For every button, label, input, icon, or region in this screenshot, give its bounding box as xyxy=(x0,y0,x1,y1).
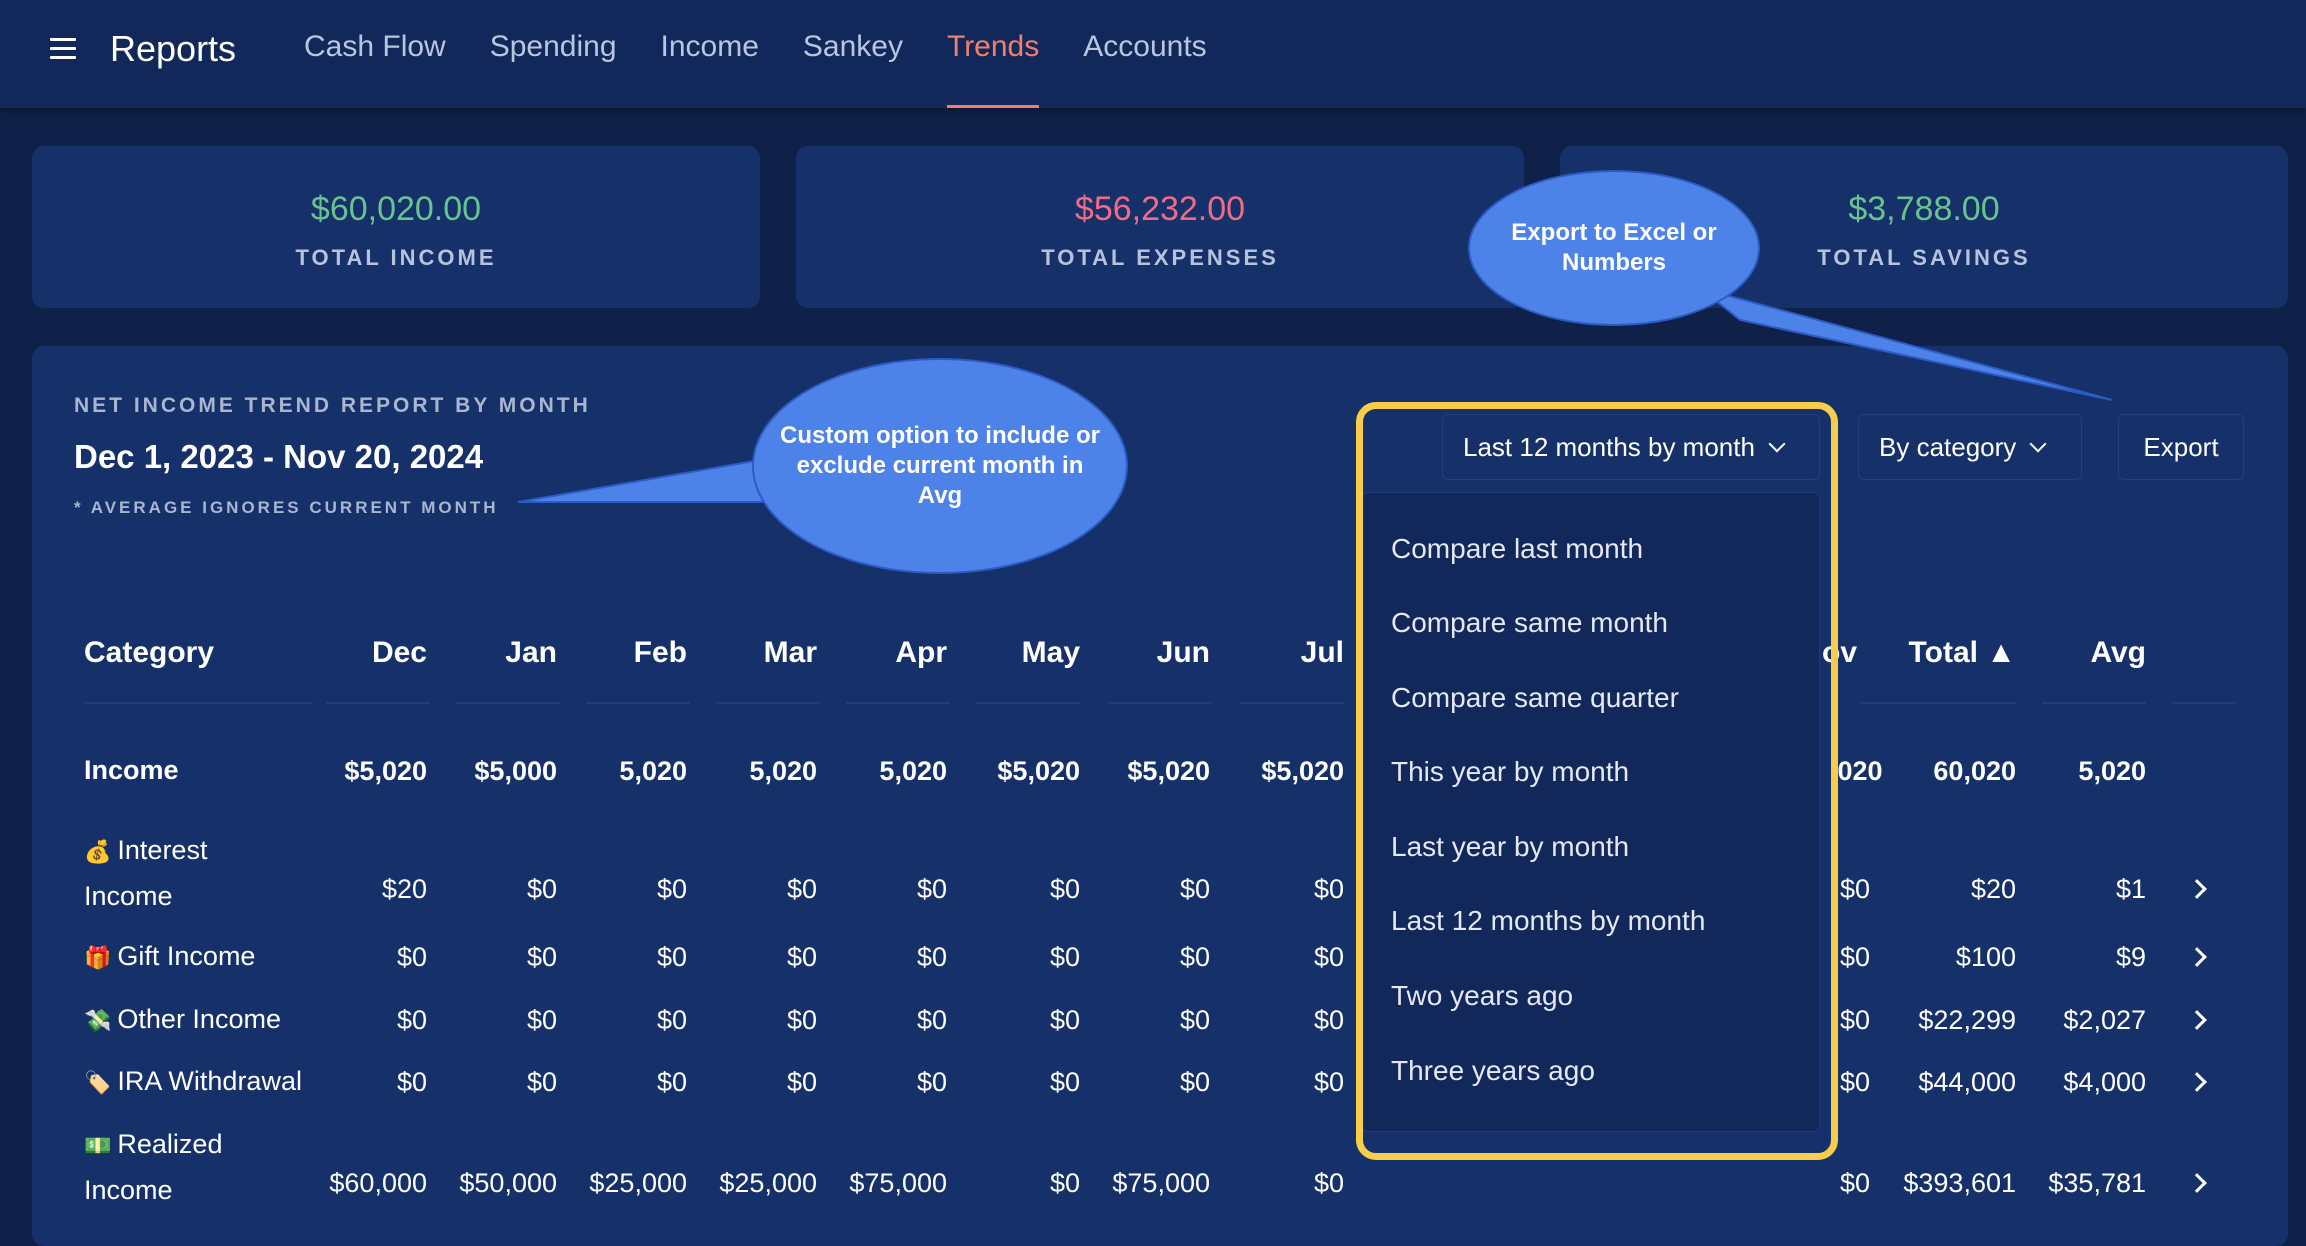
report-kicker: NET INCOME TREND REPORT BY MONTH xyxy=(74,394,591,417)
page-title: Reports xyxy=(110,28,237,69)
average-note: * AVERAGE IGNORES CURRENT MONTH xyxy=(74,498,499,517)
export-callout: Export to Excel or Numbers xyxy=(1468,170,1760,326)
tab-accounts[interactable]: Accounts xyxy=(1083,30,1206,108)
tab-spending[interactable]: Spending xyxy=(490,30,617,108)
top-nav-bar: Reports Cash Flow Spending Income Sankey… xyxy=(0,0,2306,108)
dropdown-option[interactable]: Last 12 months by month xyxy=(1391,905,1705,937)
tab-trends[interactable]: Trends xyxy=(946,30,1040,108)
grouping-select[interactable]: By category xyxy=(1858,414,2082,480)
tab-income[interactable]: Income xyxy=(661,30,759,108)
export-callout-text: Export to Excel or Numbers xyxy=(1511,219,1717,276)
total-expenses-card: $56,232.00 TOTAL EXPENSES xyxy=(796,146,1524,308)
total-income-label: TOTAL INCOME xyxy=(295,245,497,270)
total-income-value: $60,020.00 xyxy=(310,190,482,228)
chevron-down-icon xyxy=(2029,435,2047,453)
export-button[interactable]: Export xyxy=(2118,414,2244,480)
dropdown-option[interactable]: This year by month xyxy=(1391,756,1629,788)
hamburger-menu-icon[interactable] xyxy=(50,38,76,60)
tab-cash-flow[interactable]: Cash Flow xyxy=(304,30,446,108)
tab-sankey[interactable]: Sankey xyxy=(803,30,903,108)
chevron-down-icon xyxy=(1768,435,1786,453)
dropdown-option[interactable]: Two years ago xyxy=(1391,980,1573,1012)
dropdown-option[interactable]: Compare same month xyxy=(1391,607,1668,639)
average-callout: Custom option to include or exclude curr… xyxy=(752,358,1128,574)
report-tabs: Cash Flow Spending Income Sankey Trends … xyxy=(304,30,1251,108)
dropdown-option[interactable]: Three years ago xyxy=(1391,1055,1595,1087)
dropdown-option[interactable]: Last year by month xyxy=(1391,831,1629,863)
total-expenses-value: $56,232.00 xyxy=(1074,190,1246,228)
total-income-card: $60,020.00 TOTAL INCOME xyxy=(32,146,760,308)
report-panel xyxy=(32,346,2288,1246)
dropdown-option[interactable]: Compare same quarter xyxy=(1391,682,1679,714)
export-button-label: Export xyxy=(2143,431,2219,462)
average-callout-text: Custom option to include or exclude curr… xyxy=(780,422,1100,509)
period-select[interactable]: Last 12 months by month xyxy=(1442,414,1820,480)
grouping-select-label: By category xyxy=(1879,431,2017,462)
period-select-label: Last 12 months by month xyxy=(1463,431,1755,462)
total-expenses-label: TOTAL EXPENSES xyxy=(1041,245,1279,270)
dropdown-option[interactable]: Compare last month xyxy=(1391,533,1643,565)
report-date-range: Dec 1, 2023 - Nov 20, 2024 xyxy=(74,438,484,475)
period-dropdown-menu: Compare last month Compare same month Co… xyxy=(1362,492,1820,1132)
